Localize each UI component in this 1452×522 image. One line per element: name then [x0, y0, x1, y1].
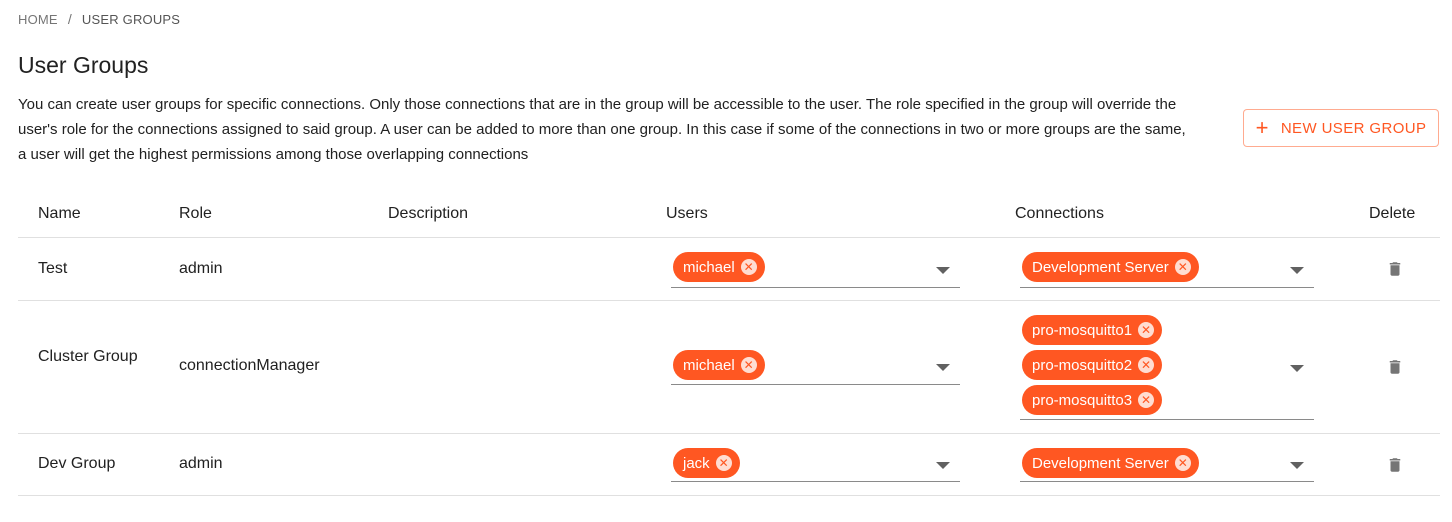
group-name: Dev Group	[38, 455, 116, 472]
table-row: Cluster Group connectionManager michael ✕…	[18, 301, 1440, 434]
breadcrumb-home[interactable]: HOME	[18, 12, 58, 27]
new-user-group-label: NEW USER GROUP	[1280, 119, 1427, 137]
user-chip-label: michael	[683, 258, 735, 276]
user-chip[interactable]: michael ✕	[673, 252, 765, 282]
connections-select[interactable]: pro-mosquitto1 ✕ pro-mosquitto2 ✕ pro-mosq…	[1020, 315, 1314, 420]
column-header-users: Users	[666, 205, 708, 222]
trash-icon[interactable]	[1386, 455, 1404, 475]
chip-remove-icon[interactable]: ✕	[740, 259, 757, 275]
page-title: User Groups	[18, 52, 149, 78]
breadcrumb-current: USER GROUPS	[81, 11, 181, 27]
connection-chip-label: pro-mosquitto3	[1032, 391, 1133, 409]
connection-chip[interactable]: pro-mosquitto2 ✕	[1022, 350, 1163, 380]
connection-chip[interactable]: pro-mosquitto3 ✕	[1022, 385, 1163, 415]
chip-remove-icon[interactable]: ✕	[1138, 322, 1155, 338]
table-row: Dev Group admin jack ✕ Development Server…	[18, 434, 1440, 496]
column-header-connections: Connections	[1015, 205, 1104, 222]
connection-chip-label: pro-mosquitto1	[1032, 321, 1133, 339]
connections-select[interactable]: Development Server ✕	[1020, 252, 1314, 288]
group-name: Cluster Group	[38, 348, 138, 365]
column-header-delete: Delete	[1369, 205, 1416, 222]
chip-remove-icon[interactable]: ✕	[740, 357, 757, 373]
dropdown-arrow-icon[interactable]	[936, 267, 950, 274]
plus-icon: +	[1255, 115, 1269, 140]
connection-chip[interactable]: pro-mosquitto1 ✕	[1022, 315, 1163, 345]
new-user-group-button[interactable]: + NEW USER GROUP	[1243, 109, 1439, 147]
connection-chip-label: Development Server	[1032, 258, 1169, 276]
connection-chip[interactable]: Development Server ✕	[1022, 448, 1199, 478]
chip-remove-icon[interactable]: ✕	[715, 455, 732, 471]
column-header-role: Role	[179, 205, 212, 222]
chip-remove-icon[interactable]: ✕	[1138, 357, 1155, 373]
group-name: Test	[38, 260, 68, 277]
connection-chip-label: Development Server	[1032, 454, 1169, 472]
page-description: You can create user groups for specific …	[18, 96, 1186, 163]
user-chip-label: jack	[683, 454, 710, 472]
table-row: Test admin michael ✕ Development Server ✕	[18, 238, 1440, 301]
dropdown-arrow-icon[interactable]	[936, 462, 950, 469]
connection-chip-label: pro-mosquitto2	[1032, 356, 1133, 374]
dropdown-arrow-icon[interactable]	[1290, 267, 1304, 274]
column-header-description: Description	[388, 205, 469, 222]
trash-icon[interactable]	[1386, 259, 1404, 279]
user-chip[interactable]: jack ✕	[673, 448, 740, 478]
group-role: connectionManager	[179, 357, 320, 374]
column-header-name: Name	[38, 205, 81, 222]
group-role: admin	[179, 455, 223, 472]
table-header: Name Role Description Users Connections …	[18, 190, 1440, 238]
user-groups-table: Name Role Description Users Connections …	[18, 190, 1440, 496]
users-select[interactable]: michael ✕	[671, 350, 960, 385]
dropdown-arrow-icon[interactable]	[1290, 365, 1304, 372]
users-select[interactable]: michael ✕	[671, 252, 960, 288]
trash-icon[interactable]	[1386, 357, 1404, 377]
breadcrumb: HOME / USER GROUPS	[18, 11, 180, 27]
connections-select[interactable]: Development Server ✕	[1020, 448, 1314, 482]
breadcrumb-separator: /	[67, 11, 72, 27]
connection-chip[interactable]: Development Server ✕	[1022, 252, 1199, 282]
group-role: admin	[179, 260, 223, 277]
users-select[interactable]: jack ✕	[671, 448, 960, 482]
chip-remove-icon[interactable]: ✕	[1138, 392, 1155, 408]
chip-remove-icon[interactable]: ✕	[1174, 259, 1191, 275]
dropdown-arrow-icon[interactable]	[1290, 462, 1304, 469]
chip-remove-icon[interactable]: ✕	[1174, 455, 1191, 471]
user-chip-label: michael	[683, 356, 735, 374]
user-chip[interactable]: michael ✕	[673, 350, 765, 380]
dropdown-arrow-icon[interactable]	[936, 364, 950, 371]
